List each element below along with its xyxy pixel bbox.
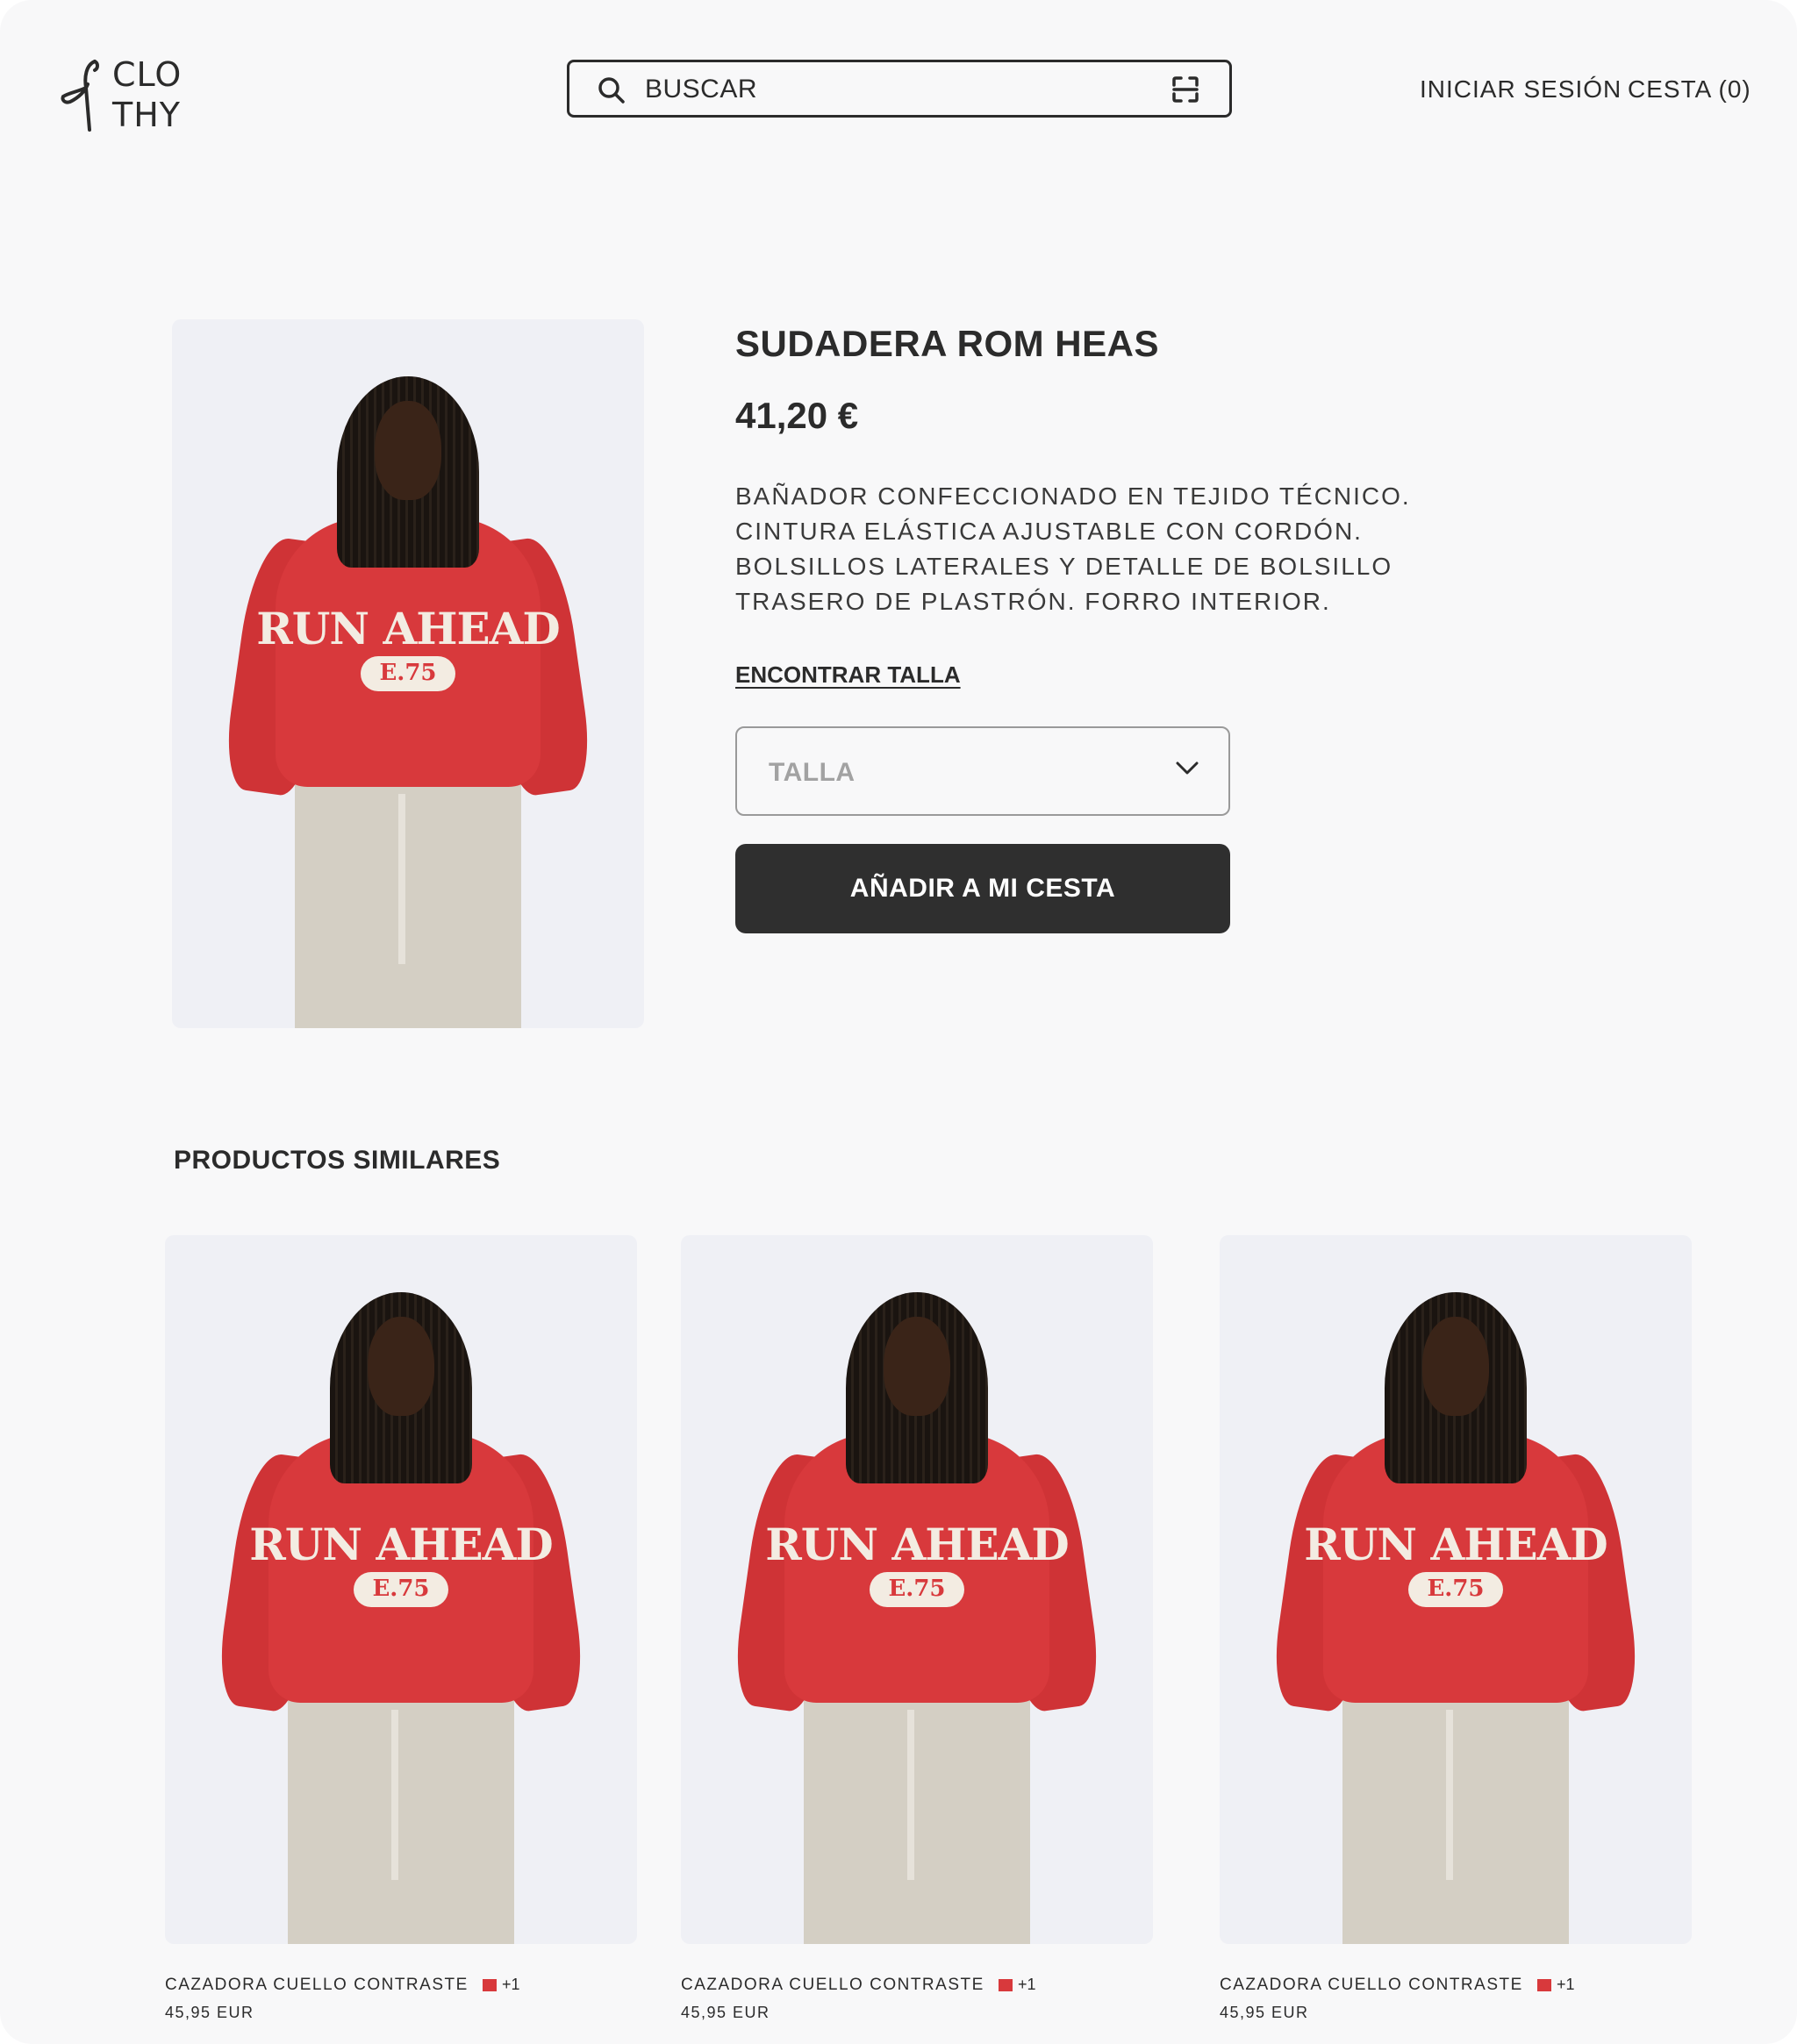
more-colors-count: +1 bbox=[1557, 1976, 1575, 1993]
chevron-down-icon bbox=[1176, 761, 1199, 775]
sweater-print-badge: E.75 bbox=[361, 655, 455, 692]
scan-icon[interactable] bbox=[1171, 75, 1199, 104]
description-line: BAÑADOR CONFECCIONADO EN TEJIDO TÉCNICO. bbox=[735, 482, 1411, 510]
brand-name: CLO THY bbox=[112, 54, 182, 135]
description-line: CINTURA ELÁSTICA AJUSTABLE CON CORDÓN. bbox=[735, 518, 1363, 545]
sweater-print-badge: E.75 bbox=[1408, 1571, 1503, 1608]
sweater-print-text: RUN AHEAD bbox=[765, 1519, 1070, 1571]
similar-product-image[interactable]: RUN AHEAD E.75 bbox=[681, 1235, 1153, 1944]
sweater-print-text: RUN AHEAD bbox=[256, 603, 561, 655]
login-link[interactable]: INICIAR SESIÓN bbox=[1420, 75, 1622, 104]
brand-line-2: THY bbox=[112, 96, 181, 134]
find-size-link[interactable]: ENCONTRAR TALLA bbox=[735, 661, 961, 689]
brand-line-1: CLO bbox=[112, 55, 183, 94]
sweater-print-text: RUN AHEAD bbox=[249, 1519, 554, 1571]
more-colors-count: +1 bbox=[1018, 1976, 1036, 1993]
color-swatch[interactable] bbox=[999, 1979, 1013, 1991]
brand-logo[interactable]: CLO THY bbox=[60, 54, 183, 135]
size-placeholder: TALLA bbox=[769, 758, 856, 787]
color-swatch[interactable] bbox=[1537, 1979, 1551, 1991]
similar-product-image[interactable]: RUN AHEAD E.75 bbox=[165, 1235, 637, 1944]
color-swatch[interactable] bbox=[483, 1979, 497, 1991]
hanger-logo-icon bbox=[61, 60, 99, 132]
page-frame: CLO THY BUSCAR INICIAR SESIÓN CESTA (0) … bbox=[0, 0, 1797, 2044]
similar-product-name[interactable]: CAZADORA CUELLO CONTRASTE bbox=[165, 1976, 469, 1995]
product-title: SUDADERA ROM HEAS bbox=[735, 323, 1159, 364]
similar-product-card[interactable]: RUN AHEAD E.75 CAZADORA CUELLO CONTRASTE… bbox=[681, 1235, 1155, 2025]
product-image[interactable]: RUN AHEAD E.75 bbox=[172, 319, 644, 1028]
more-colors-count: +1 bbox=[502, 1976, 520, 1993]
add-to-cart-button[interactable]: AÑADIR A MI CESTA bbox=[735, 844, 1230, 933]
similar-product-price: 45,95 EUR bbox=[165, 2004, 254, 2021]
similar-product-price: 45,95 EUR bbox=[1220, 2004, 1309, 2021]
description-line: BOLSILLOS LATERALES Y DETALLE DE BOLSILL… bbox=[735, 553, 1393, 580]
similar-product-price: 45,95 EUR bbox=[681, 2004, 770, 2021]
search-bar[interactable]: BUSCAR bbox=[567, 60, 1232, 118]
similar-product-card[interactable]: RUN AHEAD E.75 CAZADORA CUELLO CONTRASTE… bbox=[165, 1235, 639, 2025]
sweater-print-text: RUN AHEAD bbox=[1304, 1519, 1608, 1571]
similar-product-name[interactable]: CAZADORA CUELLO CONTRASTE bbox=[681, 1976, 984, 1995]
size-dropdown[interactable]: TALLA bbox=[735, 726, 1230, 816]
product-price: 41,20 € bbox=[735, 395, 859, 436]
search-input[interactable]: BUSCAR bbox=[645, 75, 757, 104]
sweater-print-badge: E.75 bbox=[354, 1571, 448, 1608]
cart-link[interactable]: CESTA (0) bbox=[1628, 75, 1751, 104]
product-description: BAÑADOR CONFECCIONADO EN TEJIDO TÉCNICO.… bbox=[735, 479, 1437, 619]
search-icon[interactable] bbox=[598, 76, 626, 104]
sweater-print-badge: E.75 bbox=[870, 1571, 964, 1608]
similar-product-name[interactable]: CAZADORA CUELLO CONTRASTE bbox=[1220, 1976, 1523, 1995]
similar-product-card[interactable]: RUN AHEAD E.75 CAZADORA CUELLO CONTRASTE… bbox=[1220, 1235, 1693, 2025]
similar-product-image[interactable]: RUN AHEAD E.75 bbox=[1220, 1235, 1692, 1944]
description-line: TRASERO DE PLASTRÓN. FORRO INTERIOR. bbox=[735, 588, 1331, 615]
similar-products-title: PRODUCTOS SIMILARES bbox=[174, 1146, 501, 1175]
